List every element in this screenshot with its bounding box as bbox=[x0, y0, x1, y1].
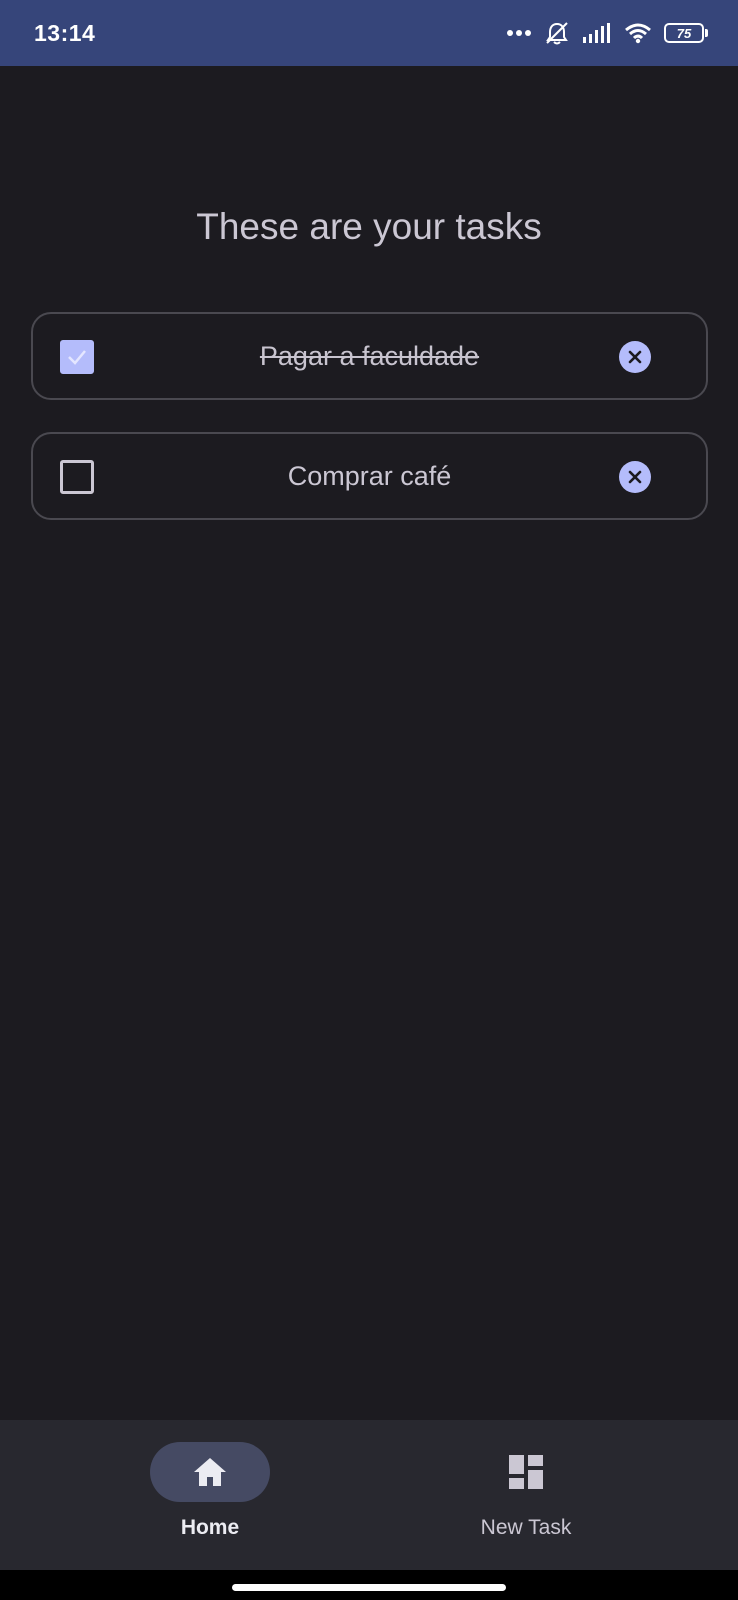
wifi-icon bbox=[624, 22, 652, 44]
task-card: Comprar café bbox=[31, 432, 708, 520]
home-icon bbox=[194, 1458, 226, 1486]
nav-item-home[interactable]: Home bbox=[110, 1442, 310, 1562]
close-icon bbox=[628, 350, 642, 364]
battery-icon: 75 bbox=[664, 23, 708, 43]
main-content: These are your tasks Pagar a faculdade C… bbox=[0, 66, 738, 1420]
delete-task-button[interactable] bbox=[619, 341, 651, 373]
status-time: 13:14 bbox=[34, 19, 96, 46]
battery-tip bbox=[705, 29, 708, 37]
task-checkbox[interactable] bbox=[60, 340, 94, 374]
signal-icon bbox=[582, 22, 612, 44]
bottom-navigation: Home New Task bbox=[0, 1420, 738, 1570]
check-icon bbox=[68, 350, 86, 365]
more-dots-icon bbox=[506, 29, 532, 37]
nav-pill-new-task bbox=[466, 1442, 586, 1502]
battery-level: 75 bbox=[664, 23, 704, 43]
task-label: Comprar café bbox=[287, 460, 452, 491]
dashboard-icon bbox=[509, 1455, 543, 1489]
task-card: Pagar a faculdade bbox=[31, 312, 708, 400]
nav-pill-home bbox=[150, 1442, 270, 1502]
nav-item-new-task[interactable]: New Task bbox=[426, 1442, 626, 1562]
alarm-off-icon bbox=[544, 20, 570, 46]
close-icon bbox=[628, 470, 642, 484]
status-icons: 75 bbox=[506, 20, 708, 46]
task-checkbox[interactable] bbox=[60, 460, 94, 494]
delete-task-button[interactable] bbox=[619, 461, 651, 493]
task-label: Pagar a faculdade bbox=[259, 340, 480, 371]
gesture-area bbox=[0, 1570, 738, 1600]
gesture-handle[interactable] bbox=[232, 1584, 506, 1591]
nav-label-home: Home bbox=[180, 1516, 240, 1539]
page-title: These are your tasks bbox=[196, 206, 542, 247]
nav-label-new-task: New Task bbox=[480, 1516, 572, 1539]
status-bar: 13:14 75 bbox=[0, 0, 738, 66]
